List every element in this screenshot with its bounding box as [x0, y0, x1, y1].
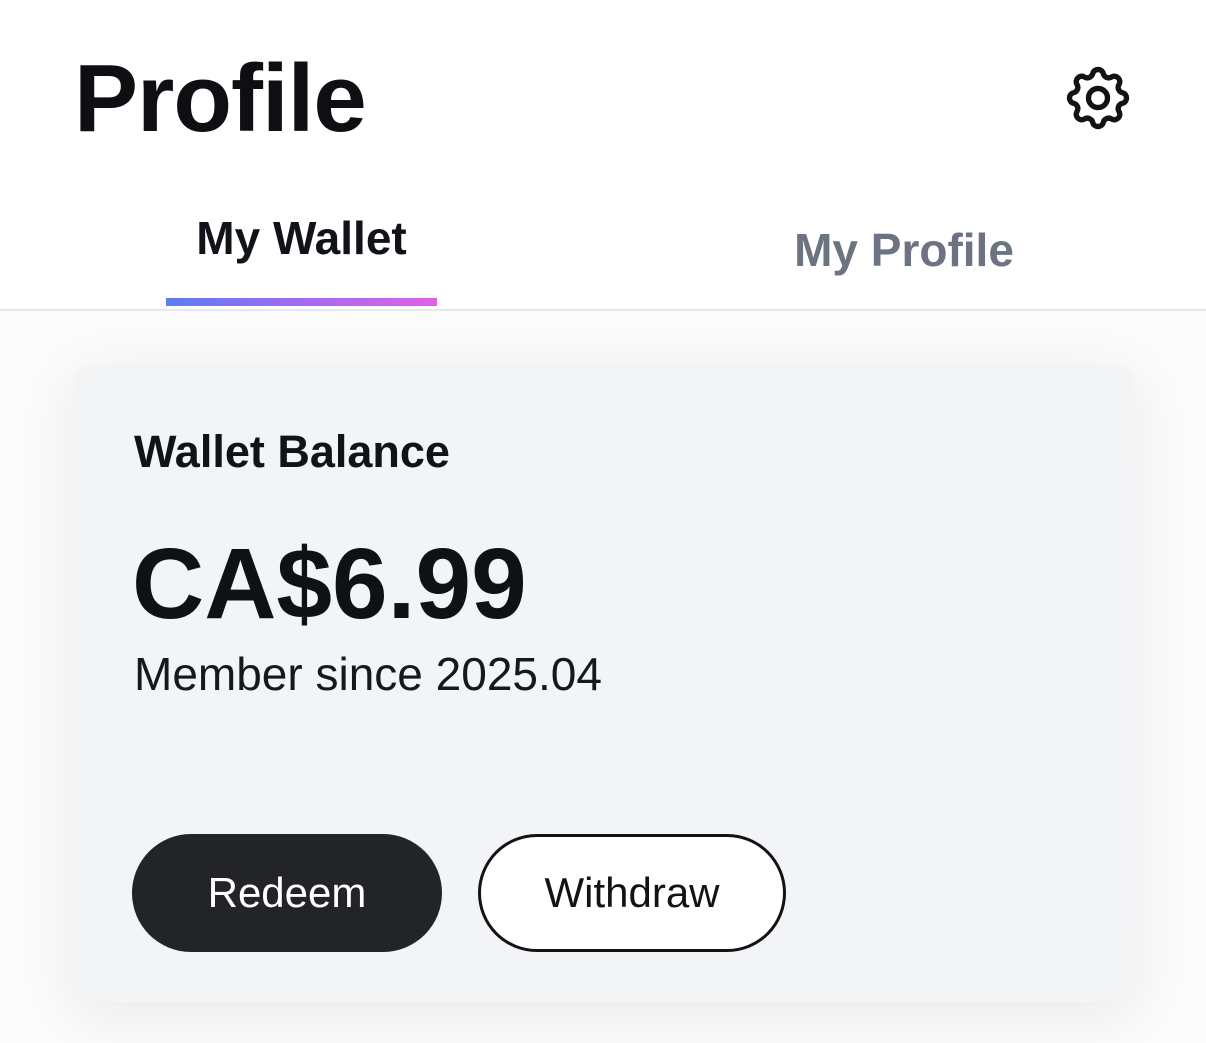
- tab-my-wallet[interactable]: My Wallet: [166, 206, 437, 310]
- wallet-card: Wallet Balance CA$6.99 Member since 2025…: [74, 364, 1134, 1002]
- settings-button[interactable]: [1056, 58, 1140, 138]
- redeem-button[interactable]: Redeem: [132, 834, 442, 952]
- gear-icon: [1066, 66, 1130, 130]
- wallet-balance-amount: CA$6.99: [132, 528, 527, 640]
- withdraw-button[interactable]: Withdraw: [478, 834, 786, 952]
- header: Profile My Wallet My Profile: [0, 0, 1206, 310]
- page-title: Profile: [74, 45, 367, 152]
- member-since-text: Member since 2025.04: [134, 648, 602, 700]
- wallet-balance-title: Wallet Balance: [134, 426, 450, 477]
- active-tab-indicator: [166, 298, 437, 306]
- tab-my-profile[interactable]: My Profile: [752, 218, 1056, 322]
